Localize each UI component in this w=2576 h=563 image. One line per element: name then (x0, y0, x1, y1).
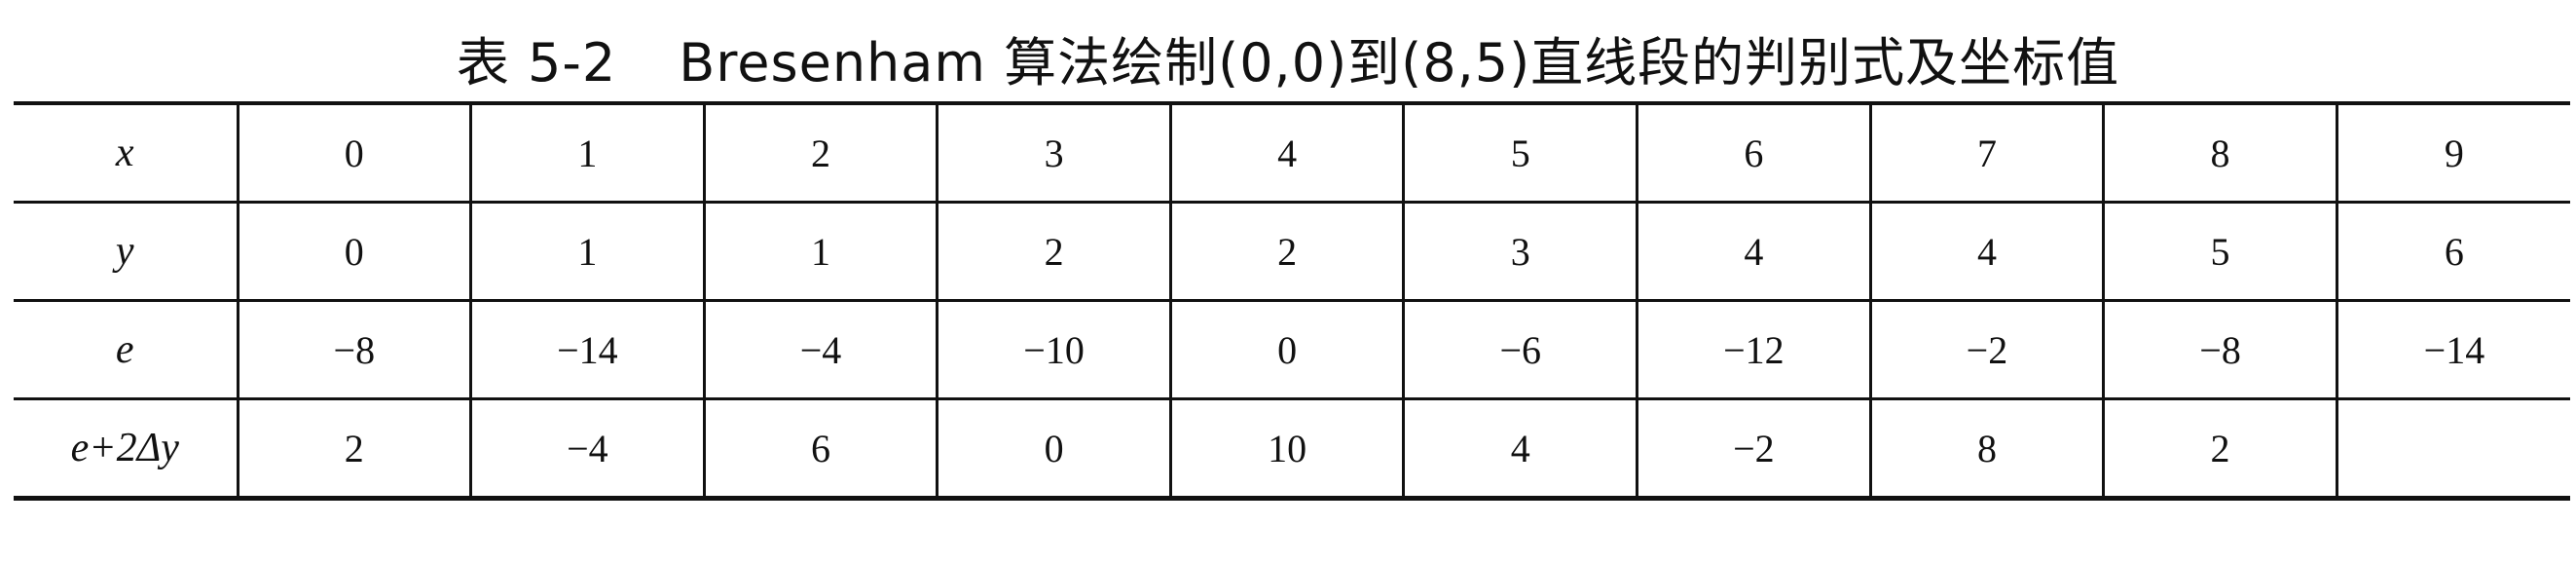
row-label-y: y (14, 202, 238, 302)
table-cell: 2 (702, 103, 938, 204)
table-cell: 1 (469, 103, 705, 204)
table-cell: 9 (2335, 103, 2570, 204)
table-cell: 10 (1168, 398, 1404, 499)
table-cell: 0 (236, 103, 471, 204)
table-cell: 6 (2335, 202, 2570, 302)
table-row-e-plus-2dy: e+2Δy 2 −4 6 0 10 4 −2 8 2 (14, 398, 2570, 499)
table-cell: −14 (2335, 300, 2570, 400)
table-cell: 2 (936, 202, 1171, 302)
table-cell: −6 (1402, 300, 1638, 400)
table-cell: 8 (2102, 103, 2337, 204)
table-row-x: x 0 1 2 3 4 5 6 7 8 9 (14, 103, 2570, 204)
table-cell: −10 (936, 300, 1171, 400)
table-cell: −2 (1636, 398, 1871, 499)
table-cell: −8 (2102, 300, 2337, 400)
table-cell: −4 (469, 398, 705, 499)
table-cell: 4 (1168, 103, 1404, 204)
row-label-x: x (14, 103, 238, 204)
table-cell: 5 (2102, 202, 2337, 302)
table-cell: 1 (469, 202, 705, 302)
table-row-e: e −8 −14 −4 −10 0 −6 −12 −2 −8 −14 (14, 300, 2570, 400)
bresenham-table: x 0 1 2 3 4 5 6 7 8 9 y 0 1 1 2 2 3 4 4 … (14, 101, 2570, 501)
table-cell: 4 (1402, 398, 1638, 499)
table-cell: −12 (1636, 300, 1871, 400)
table-cell: 4 (1636, 202, 1871, 302)
table-container: x 0 1 2 3 4 5 6 7 8 9 y 0 1 1 2 2 3 4 4 … (14, 101, 2570, 501)
table-cell: 5 (1402, 103, 1638, 204)
table-cell: 2 (2102, 398, 2337, 499)
table-cell: 7 (1868, 103, 2104, 204)
table-cell: −4 (702, 300, 938, 400)
table-cell: 0 (236, 202, 471, 302)
table-cell: 1 (702, 202, 938, 302)
table-cell: 2 (1168, 202, 1404, 302)
row-label-e: e (14, 300, 238, 400)
table-cell: 4 (1868, 202, 2104, 302)
table-cell: −2 (1868, 300, 2104, 400)
table-cell: 8 (1868, 398, 2104, 499)
table-cell (2335, 398, 2570, 499)
table-cell: 0 (1168, 300, 1404, 400)
caption-text: Bresenham 算法绘制(0,0)到(8,5)直线段的判别式及坐标值 (679, 32, 2120, 94)
table-caption: 表 5-2 Bresenham 算法绘制(0,0)到(8,5)直线段的判别式及坐标… (0, 19, 2576, 96)
table-cell: −8 (236, 300, 471, 400)
table-cell: −14 (469, 300, 705, 400)
table-cell: 2 (236, 398, 471, 499)
table-cell: 6 (702, 398, 938, 499)
caption-number: 表 5-2 (456, 32, 617, 94)
table-cell: 3 (936, 103, 1171, 204)
table-row-y: y 0 1 1 2 2 3 4 4 5 6 (14, 202, 2570, 302)
table-cell: 0 (936, 398, 1171, 499)
row-label-e-plus-2dy: e+2Δy (70, 426, 179, 470)
table-cell: 3 (1402, 202, 1638, 302)
table-cell: 6 (1636, 103, 1871, 204)
